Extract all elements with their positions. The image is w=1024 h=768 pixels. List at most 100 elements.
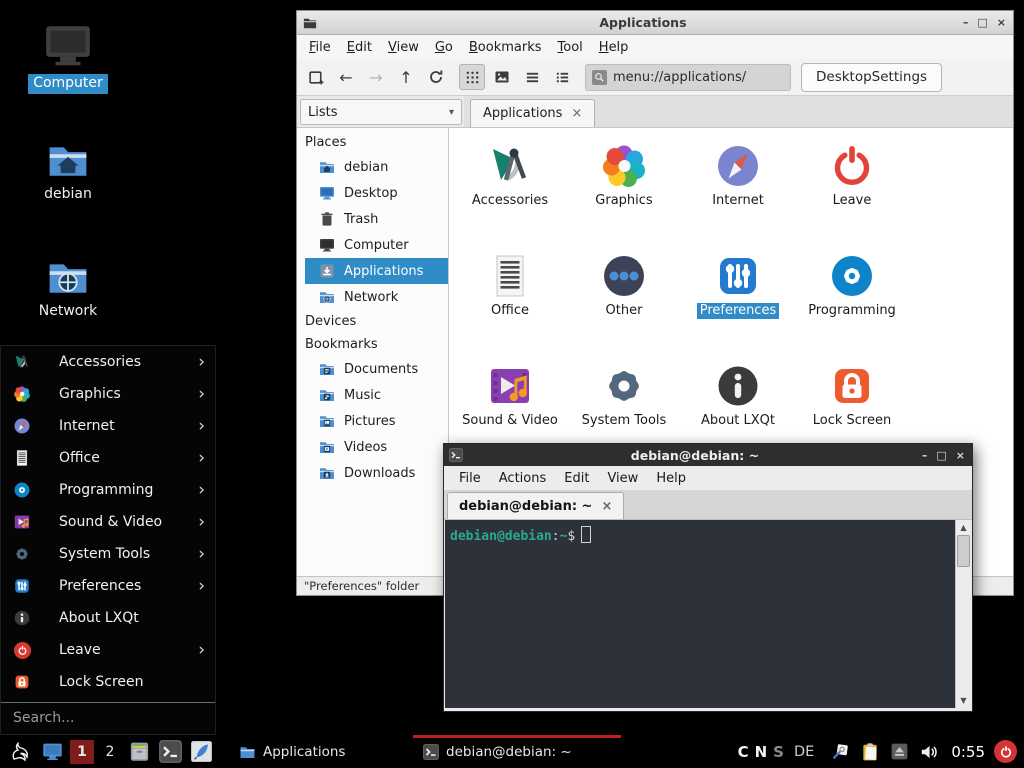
- workspace-2-button[interactable]: 2: [98, 740, 122, 764]
- caps-lock-indicator: C: [738, 743, 749, 761]
- scroll-down-icon[interactable]: ▼: [960, 693, 966, 708]
- new-tab-button[interactable]: [303, 64, 329, 90]
- task-label: Applications: [263, 744, 345, 760]
- terminal-titlebar[interactable]: debian@debian: ~ – □ ×: [444, 444, 972, 466]
- desktop-icon-debian[interactable]: debian: [20, 139, 116, 205]
- terminal-tab[interactable]: debian@debian: ~ ×: [447, 492, 624, 519]
- minimize-button[interactable]: –: [963, 17, 969, 28]
- grid-item-office[interactable]: Office: [453, 252, 567, 362]
- clock[interactable]: 0:55: [951, 743, 985, 761]
- grid-item-internet[interactable]: Internet: [681, 142, 795, 252]
- show-desktop-button[interactable]: [41, 741, 64, 762]
- screenshot-tray-icon[interactable]: [831, 742, 850, 761]
- menu-item-preferences[interactable]: Preferences ›: [1, 570, 215, 602]
- sidebar-item-network[interactable]: Network: [305, 284, 448, 310]
- speaker-icon: [919, 742, 939, 762]
- sidebar-item-videos[interactable]: Videos: [305, 434, 448, 460]
- sidebar-item-trash[interactable]: Trash: [305, 206, 448, 232]
- sidebar-item-documents[interactable]: Documents: [305, 356, 448, 382]
- menu-tool[interactable]: Tool: [550, 38, 591, 57]
- system-tools-icon: [13, 545, 31, 563]
- terminal-screen[interactable]: debian@debian:~$: [445, 520, 955, 708]
- menu-item-about-lxqt[interactable]: About LXQt: [1, 602, 215, 634]
- task-terminal[interactable]: debian@debian: ~: [413, 735, 621, 768]
- sidebar-item-desktop[interactable]: Desktop: [305, 180, 448, 206]
- menu-view[interactable]: View: [598, 469, 647, 488]
- menu-item-office[interactable]: Office ›: [1, 442, 215, 474]
- menu-item-sound-video[interactable]: Sound & Video ›: [1, 506, 215, 538]
- sidebar-item-debian[interactable]: debian: [305, 154, 448, 180]
- forward-button[interactable]: →: [363, 64, 389, 90]
- sidebar-item-music[interactable]: Music: [305, 382, 448, 408]
- menu-help[interactable]: Help: [647, 469, 695, 488]
- tab-close-icon[interactable]: ×: [601, 500, 612, 513]
- removable-media-tray-icon[interactable]: [890, 742, 909, 761]
- leave-button[interactable]: [994, 740, 1017, 763]
- menu-search-input[interactable]: Search...: [1, 702, 215, 733]
- keyboard-layout-indicator[interactable]: DE: [794, 744, 814, 760]
- compact-view-button[interactable]: [519, 64, 545, 90]
- submenu-arrow-icon: ›: [198, 642, 205, 659]
- menu-actions[interactable]: Actions: [490, 469, 556, 488]
- grid-item-accessories[interactable]: Accessories: [453, 142, 567, 252]
- menu-help[interactable]: Help: [591, 38, 637, 57]
- up-button[interactable]: ↑: [393, 64, 419, 90]
- reload-button[interactable]: [423, 64, 449, 90]
- workspace-1-button[interactable]: 1: [70, 740, 94, 764]
- sidebar-item-pictures[interactable]: Pictures: [305, 408, 448, 434]
- detailed-list-view-button[interactable]: [549, 64, 575, 90]
- menu-view[interactable]: View: [380, 38, 427, 57]
- terminal-scrollbar[interactable]: ▲ ▼: [955, 520, 971, 708]
- menu-file[interactable]: File: [301, 38, 339, 57]
- clipboard-tray-icon[interactable]: [860, 742, 880, 762]
- menu-file[interactable]: File: [450, 469, 490, 488]
- menu-go[interactable]: Go: [427, 38, 461, 57]
- menu-item-lock-screen[interactable]: Lock Screen: [1, 666, 215, 698]
- back-button[interactable]: ←: [333, 64, 359, 90]
- grid-item-graphics[interactable]: Graphics: [567, 142, 681, 252]
- side-pane-mode-combo[interactable]: Lists ▾: [300, 99, 462, 125]
- grid-item-preferences[interactable]: Preferences: [681, 252, 795, 362]
- desktop-icon-computer[interactable]: Computer: [20, 20, 116, 94]
- grid-item-leave[interactable]: Leave: [795, 142, 909, 252]
- thumbnail-view-button[interactable]: [489, 64, 515, 90]
- quicklaunch-featherpad[interactable]: [190, 740, 213, 763]
- menu-item-internet[interactable]: Internet ›: [1, 410, 215, 442]
- desktop-icon-network[interactable]: Network: [20, 256, 116, 322]
- minimize-button[interactable]: –: [922, 450, 928, 461]
- grid-item-other[interactable]: Other: [567, 252, 681, 362]
- menu-edit[interactable]: Edit: [555, 469, 598, 488]
- fm-titlebar[interactable]: Applications – □ ×: [297, 11, 1013, 35]
- icon-view-button[interactable]: [459, 64, 485, 90]
- close-button[interactable]: ×: [956, 450, 965, 461]
- menu-item-system-tools[interactable]: System Tools ›: [1, 538, 215, 570]
- menu-item-graphics[interactable]: Graphics ›: [1, 378, 215, 410]
- volume-tray-icon[interactable]: [919, 742, 939, 762]
- tab-close-icon[interactable]: ×: [571, 107, 582, 120]
- submenu-arrow-icon: ›: [198, 482, 205, 499]
- sidebar-item-downloads[interactable]: Downloads: [305, 460, 448, 486]
- status-text: "Preferences" folder: [304, 579, 419, 593]
- menu-bookmarks[interactable]: Bookmarks: [461, 38, 550, 57]
- quicklaunch-file-manager[interactable]: [128, 740, 151, 763]
- menu-edit[interactable]: Edit: [339, 38, 380, 57]
- menu-item-programming[interactable]: Programming ›: [1, 474, 215, 506]
- close-button[interactable]: ×: [997, 17, 1006, 28]
- scroll-up-icon[interactable]: ▲: [960, 520, 966, 535]
- tab-label: Applications: [483, 106, 562, 121]
- quicklaunch-terminal[interactable]: [159, 740, 182, 763]
- maximize-button[interactable]: □: [936, 450, 946, 461]
- menu-item-accessories[interactable]: Accessories ›: [1, 346, 215, 378]
- address-bar[interactable]: menu://applications/: [585, 64, 791, 91]
- keyboard-state-indicator[interactable]: C N S: [738, 743, 784, 761]
- grid-item-programming[interactable]: Programming: [795, 252, 909, 362]
- main-menu-button[interactable]: [9, 740, 33, 764]
- tab-applications[interactable]: Applications ×: [470, 99, 595, 127]
- scrollbar-thumb[interactable]: [957, 535, 970, 567]
- menu-item-leave[interactable]: Leave ›: [1, 634, 215, 666]
- task-applications[interactable]: Applications: [229, 735, 399, 768]
- sidebar-item-applications[interactable]: Applications: [305, 258, 448, 284]
- sidebar-item-computer[interactable]: Computer: [305, 232, 448, 258]
- maximize-button[interactable]: □: [977, 17, 987, 28]
- desktop-settings-button[interactable]: DesktopSettings: [801, 63, 942, 92]
